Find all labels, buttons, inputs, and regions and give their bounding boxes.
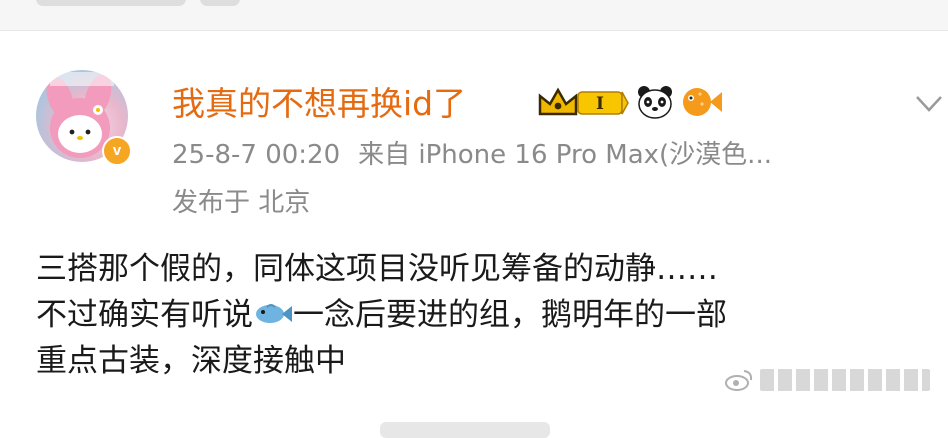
content-line-2: 不过确实有听说 一念后要进的组，鹅明年的一部	[36, 292, 936, 338]
username[interactable]: 我真的不想再换id了	[172, 82, 466, 126]
content-line-1: 三搭那个假的，同体这项目没听见筹备的动静……	[36, 251, 718, 287]
post-location: 发布于 北京	[172, 188, 311, 218]
cropped-header-icon	[200, 0, 240, 6]
top-bar	[0, 0, 948, 31]
crown-level-badge-icon[interactable]: I	[536, 84, 630, 120]
avatar[interactable]: v	[36, 70, 132, 166]
cropped-header-text	[36, 0, 186, 6]
weibo-watermark	[724, 364, 930, 396]
chevron-down-icon[interactable]	[914, 92, 944, 116]
panda-emoji-icon	[638, 86, 672, 119]
content-line-2-end: 一念后要进的组，鹅明年的一部	[293, 297, 727, 333]
fish-emoji-badge-icon	[683, 88, 722, 116]
level-badge-text: I	[596, 94, 604, 114]
post-source: 来自 iPhone 16 Pro Max(沙漠色...	[358, 140, 772, 170]
verified-badge: v	[102, 136, 132, 166]
weibo-logo-icon	[725, 370, 753, 391]
watermark-obscured-text	[760, 369, 930, 391]
weibo-post: v 我真的不想再换id了 I 25-8-7 00:20 来自 iPhone 16…	[0, 30, 948, 438]
cropped-footer	[380, 422, 550, 438]
content-line-2-start: 不过确实有听说	[36, 297, 253, 333]
post-meta: 25-8-7 00:20 来自 iPhone 16 Pro Max(沙漠色...	[172, 136, 772, 174]
post-datetime: 25-8-7 00:20	[172, 140, 341, 170]
fish-emoji-icon	[256, 304, 292, 323]
user-badges: I	[536, 80, 724, 124]
